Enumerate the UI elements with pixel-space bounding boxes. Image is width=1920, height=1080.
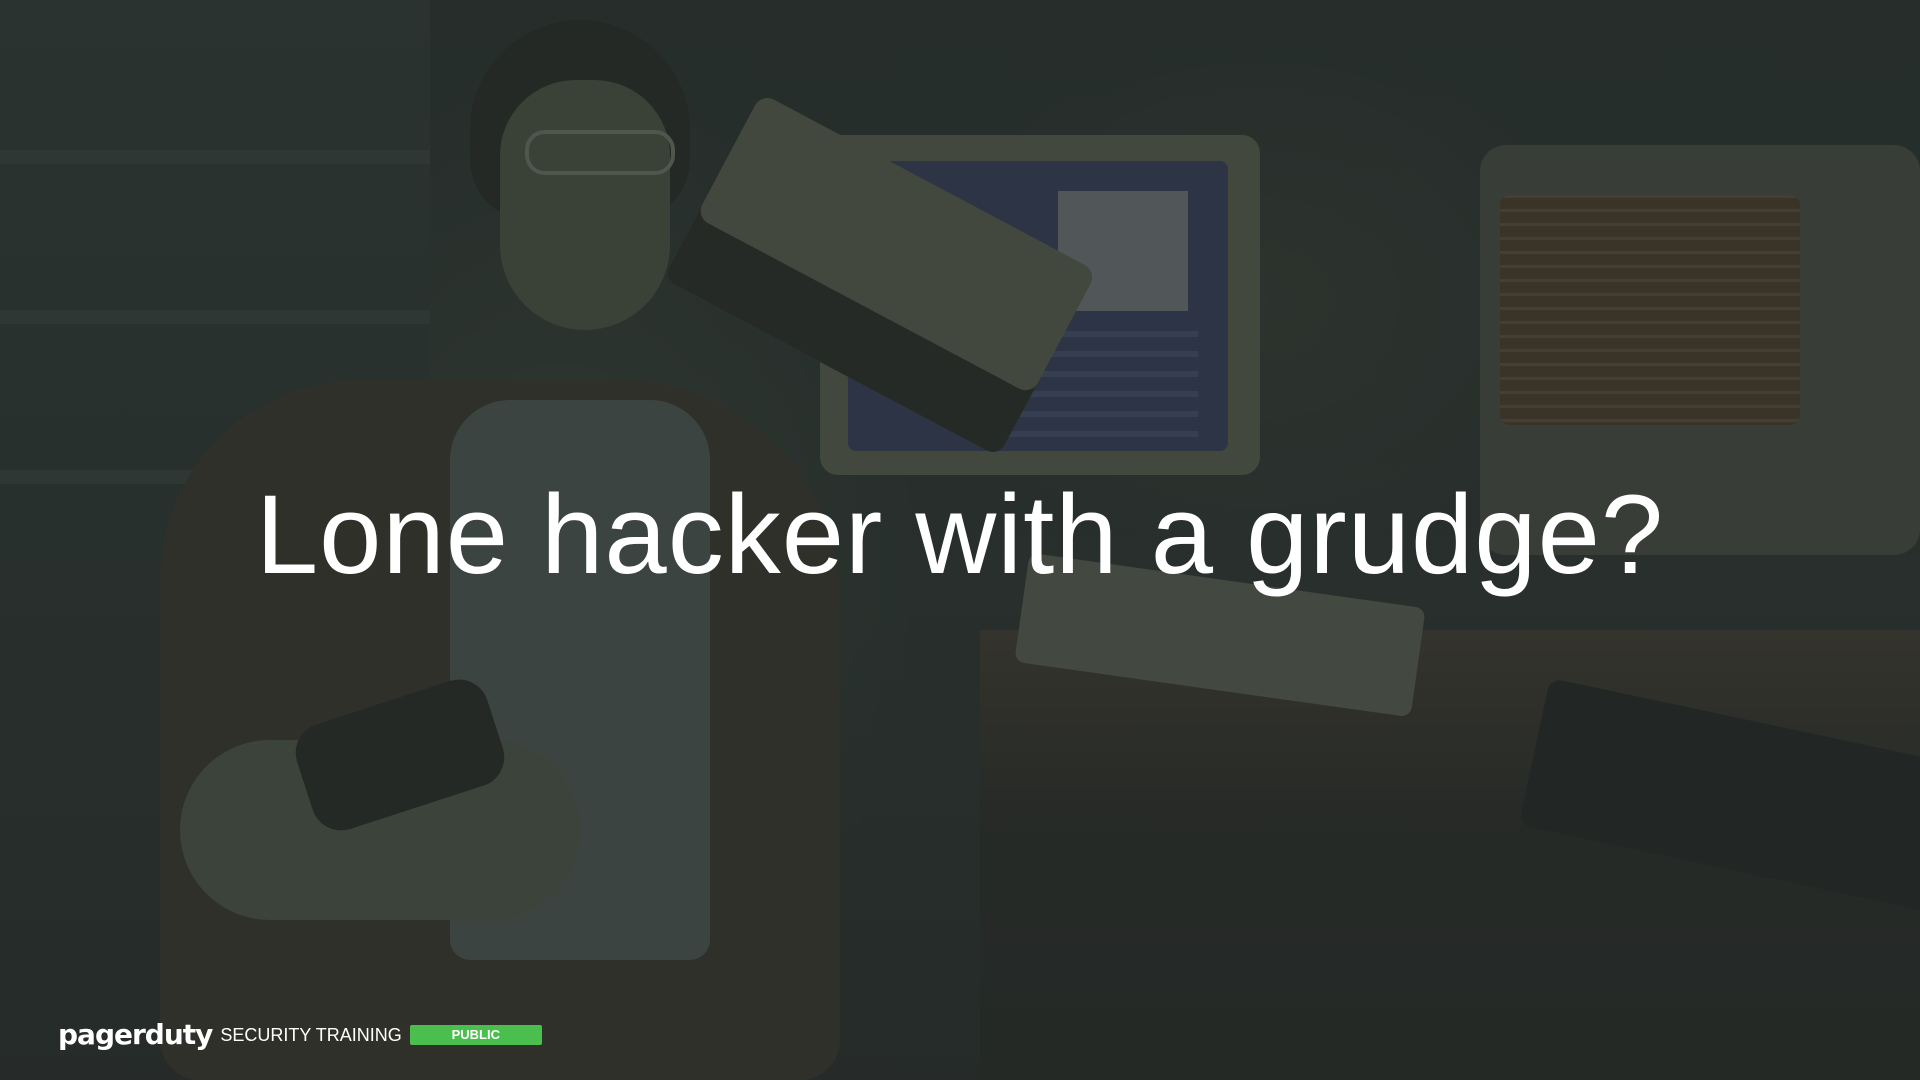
footer-label: SECURITY TRAINING	[220, 1025, 402, 1045]
classification-badge: PUBLIC	[409, 1025, 542, 1045]
footer: pagerduty SECURITY TRAINING PUBLIC	[58, 1020, 542, 1050]
slide-title: Lone hacker with a grudge?	[255, 472, 1665, 597]
pagerduty-logo: pagerduty	[58, 1018, 213, 1051]
slide: Lone hacker with a grudge? pagerduty SEC…	[0, 0, 1920, 1080]
